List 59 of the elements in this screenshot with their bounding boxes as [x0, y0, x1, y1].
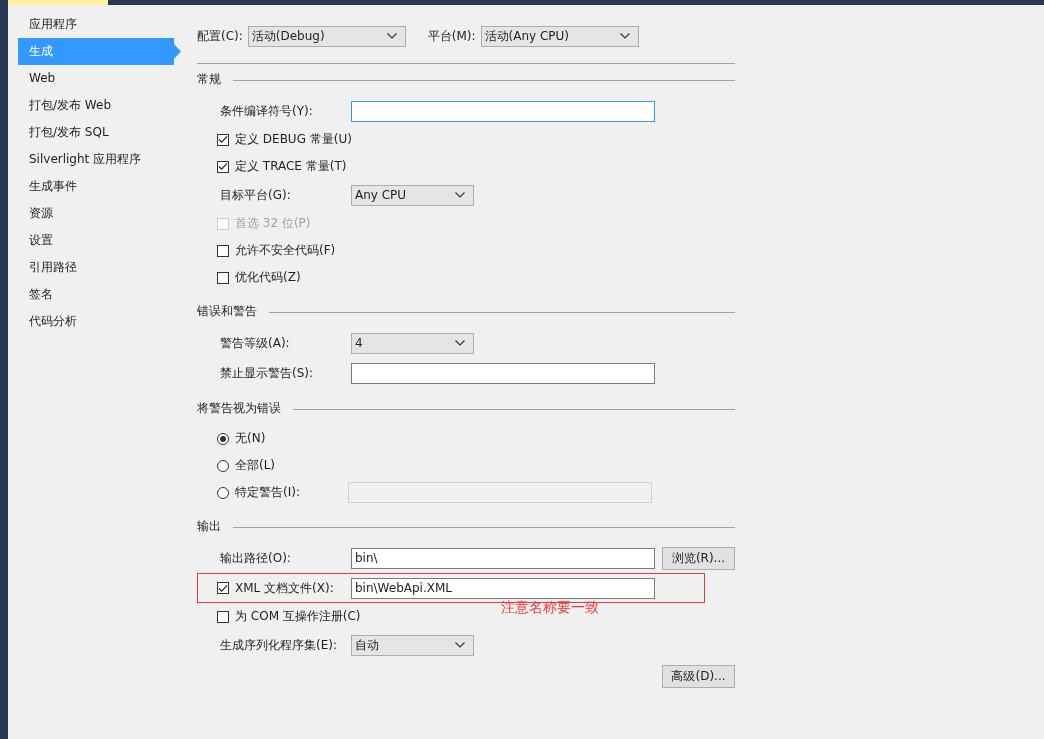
browse-button[interactable]: 浏览(R)...	[662, 546, 735, 570]
radio-button[interactable]	[217, 432, 229, 445]
checkbox-label: 优化代码(Z)	[235, 269, 301, 286]
advanced-button[interactable]: 高级(D)...	[662, 665, 735, 688]
checkbox[interactable]	[217, 610, 229, 623]
toolbar-label: 平台(M):	[427, 27, 476, 45]
sidebar-item[interactable]: 设置	[18, 227, 184, 254]
radio-label: 特定警告(I):	[235, 484, 301, 501]
field-label: 禁止显示警告(S):	[219, 364, 315, 382]
dropdown[interactable]: 活动(Debug)	[247, 25, 406, 47]
caret-icon	[386, 33, 397, 39]
checkbox[interactable]	[217, 271, 229, 284]
checkbox-label: 允许不安全代码(F)	[235, 242, 336, 259]
sidebar-item[interactable]: 签名	[18, 281, 184, 308]
sidebar-item[interactable]: 打包/发布 Web	[18, 92, 184, 119]
input-field[interactable]	[351, 362, 655, 384]
sidebar-item[interactable]: 资源	[18, 200, 184, 227]
sidebar-item[interactable]: 生成事件	[18, 173, 184, 200]
dropdown[interactable]: 活动(Any CPU)	[480, 25, 639, 47]
caret-icon	[455, 642, 465, 648]
checkbox-label: 首选 32 位(P)	[235, 215, 311, 232]
dropdown[interactable]: 4	[351, 332, 474, 354]
input-field[interactable]	[351, 100, 655, 122]
checkbox[interactable]	[217, 133, 229, 146]
dropdown[interactable]: 自动	[351, 634, 474, 656]
caret-icon	[455, 192, 465, 198]
input-field[interactable]: bin\	[351, 547, 655, 569]
field-label: 警告等级(A):	[219, 334, 291, 352]
radio-button[interactable]	[217, 459, 229, 472]
toolbar-label: 配置(C):	[197, 27, 243, 45]
field-label: 输出路径(O):	[219, 549, 292, 567]
dropdown[interactable]: Any CPU	[351, 184, 474, 206]
checkbox[interactable]	[217, 244, 229, 257]
sidebar-item[interactable]: 引用路径	[18, 254, 184, 281]
section-title: 输出	[197, 517, 221, 535]
caret-icon	[455, 340, 465, 346]
section-title: 常规	[197, 70, 221, 88]
section-title: 错误和警告	[197, 302, 257, 320]
sidebar-item[interactable]: Silverlight 应用程序	[18, 146, 184, 173]
sidebar-item[interactable]: 打包/发布 SQL	[18, 119, 184, 146]
checkbox[interactable]	[217, 582, 229, 594]
sidebar-item[interactable]: 应用程序	[18, 11, 184, 38]
radio-button[interactable]	[217, 486, 229, 499]
section-title: 将警告视为错误	[197, 399, 281, 417]
annotation-text: 注意名称要一致	[501, 599, 599, 617]
radio-label: 无(N)	[235, 430, 267, 447]
checkbox-label: 定义 DEBUG 常量(U)	[235, 131, 352, 148]
sidebar-item[interactable]: 代码分析	[18, 308, 184, 335]
checkbox-label: 为 COM 互操作注册(C)	[235, 608, 361, 625]
field-label: 目标平台(G):	[219, 186, 292, 204]
checkbox-label: 定义 TRACE 常量(T)	[235, 158, 347, 175]
input-field[interactable]: bin\WebApi.XML	[351, 577, 655, 599]
caret-icon	[619, 33, 630, 39]
sidebar-item[interactable]: Web	[18, 65, 184, 92]
checkbox-label: XML 文档文件(X):	[235, 579, 334, 597]
checkbox[interactable]	[217, 160, 229, 173]
radio-label: 全部(L)	[235, 457, 277, 474]
field-label: 条件编译符号(Y):	[219, 102, 314, 120]
field-label: 生成序列化程序集(E):	[219, 636, 338, 654]
